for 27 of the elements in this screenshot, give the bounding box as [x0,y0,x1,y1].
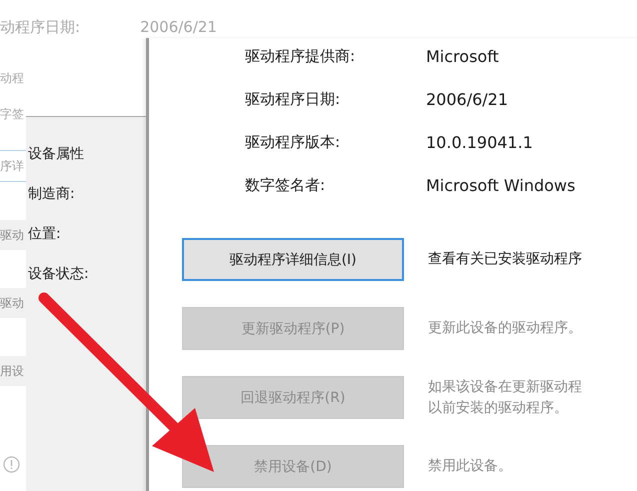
field-label: 驱动程序日期: [245,89,342,110]
driver-button[interactable]: 驱动 [0,288,26,318]
field-label: 动程序日期: [0,18,80,37]
field-label: 数字签名者: [245,175,326,196]
action-description: 禁用此设备。 [428,457,512,476]
action-button[interactable]: 驱动程序详细信息(I) [182,238,404,281]
action-description: 更新此设备的驱动程序。 [428,319,582,338]
field-label: 位置: [28,225,62,243]
driver-button[interactable]: 驱动 [0,220,26,250]
action-description: 以前安装的驱动程序。 [428,398,569,418]
field-label: 设备状态: [28,265,90,283]
action-description: 查看有关已安装驱动程序 [428,250,582,269]
field-label: 驱动程序版本: [245,132,342,153]
field-value: 2006/6/21 [140,18,217,37]
field-value: Microsoft Windows [426,175,576,197]
field-label: 驱动程序提供商: [245,46,356,67]
field-value: Microsoft [426,46,500,68]
field-value: 2006/6/21 [426,89,510,111]
field-value: 10.0.19041.1 [426,132,534,154]
field-label: 动程 [0,70,25,87]
panel-title: 设备属性 [28,145,85,163]
info-icon [3,456,20,473]
action-description: 如果该设备在更新驱动程 [428,378,582,396]
driver-button[interactable]: 序详 [0,150,26,182]
field-label: 制造商: [28,185,76,203]
field-label: 字签 [0,106,25,123]
driver-button[interactable]: 用设 [0,356,26,386]
